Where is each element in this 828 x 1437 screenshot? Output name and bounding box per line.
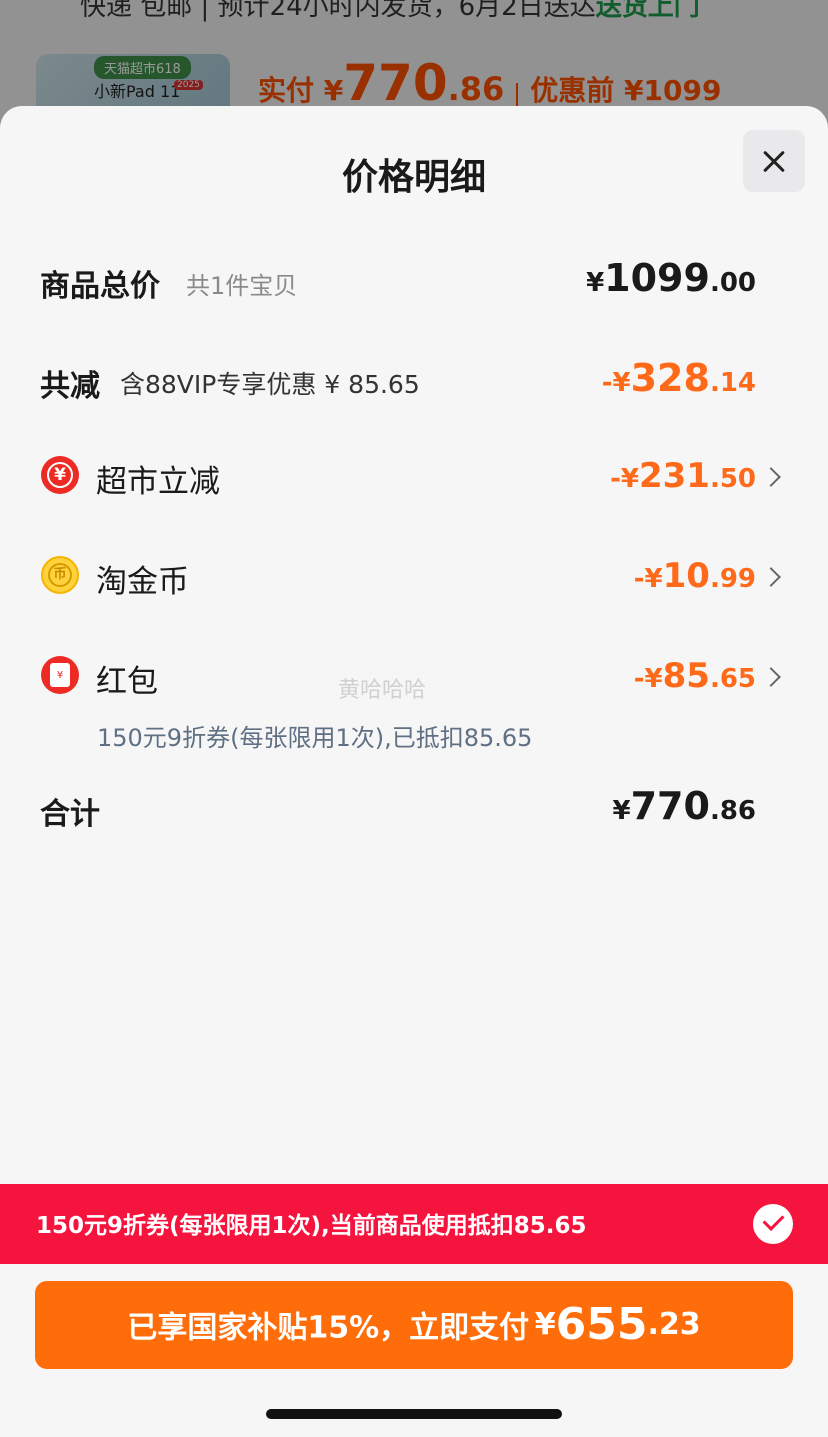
hongbao-label: 红包 — [96, 664, 158, 700]
chevron-right-icon — [761, 567, 781, 587]
total-goods-amount: ¥1099.00 — [586, 256, 756, 300]
close-icon[interactable] — [743, 130, 805, 192]
hongbao-coupon-note: 150元9折券(每张限用1次),已抵扣85.65 — [97, 724, 533, 752]
hongbao-amount: -¥85.65 — [633, 656, 756, 696]
chevron-right-icon — [761, 467, 781, 487]
chevron-right-icon — [761, 667, 781, 687]
pay-button[interactable]: 已享国家补贴15%，立即支付 ¥655.23 — [35, 1281, 793, 1369]
discount-row-supermarket[interactable]: ¥ 超市立减 -¥231.50 — [0, 454, 828, 500]
background-price: 实付 ¥770.86 优惠前 ¥1099 — [258, 54, 722, 112]
taojinbi-amount: -¥10.99 — [633, 556, 756, 596]
discount-row-taojinbi[interactable]: 币 淘金币 -¥10.99 — [0, 554, 828, 600]
total-goods-label: 商品总价 — [40, 269, 160, 304]
sum-amount: ¥770.86 — [612, 784, 756, 828]
check-circle-icon[interactable] — [753, 1204, 793, 1244]
supermarket-discount-label: 超市立减 — [96, 464, 220, 500]
taojinbi-label: 淘金币 — [96, 564, 189, 600]
vip-discount-note: 含88VIP专享优惠 ¥ 85.65 — [120, 370, 420, 399]
coupon-bar[interactable]: 150元9折券(每张限用1次),当前商品使用抵扣85.65 — [0, 1184, 828, 1264]
sum-label: 合计 — [40, 797, 100, 832]
delivery-info: 快递 包邮 | 预计24小时内发货，6月2日送达送货上门 — [80, 0, 700, 22]
pay-button-text: 已享国家补贴15%，立即支付 — [127, 1310, 530, 1346]
total-goods-count: 共1件宝贝 — [186, 272, 298, 300]
thumb-name: 小新Pad 11 — [94, 82, 181, 101]
price-detail-sheet: 价格明细 商品总价 共1件宝贝 ¥1099.00 共减 含88VIP专享优惠 ¥… — [0, 106, 828, 1437]
red-envelope-icon: ¥ — [41, 656, 79, 694]
thumb-badge: 天猫超市618 — [94, 56, 191, 79]
watermark: 黄哈哈哈 — [338, 678, 427, 703]
thumb-tag: 2025 — [174, 80, 203, 90]
total-reduce-amount: -¥328.14 — [601, 356, 756, 400]
home-indicator[interactable] — [266, 1409, 562, 1419]
supermarket-discount-amount: -¥231.50 — [610, 456, 756, 496]
yuan-circle-icon: ¥ — [41, 456, 79, 494]
total-reduce-label: 共减 — [40, 369, 100, 404]
pay-amount-dec: .23 — [647, 1307, 701, 1342]
pay-amount-int: 655 — [555, 1299, 648, 1350]
sheet-title: 价格明细 — [341, 157, 486, 198]
coupon-text: 150元9折券(每张限用1次),当前商品使用抵扣85.65 — [36, 1213, 587, 1239]
gold-coin-icon: 币 — [41, 556, 79, 594]
pay-currency: ¥ — [534, 1307, 556, 1342]
